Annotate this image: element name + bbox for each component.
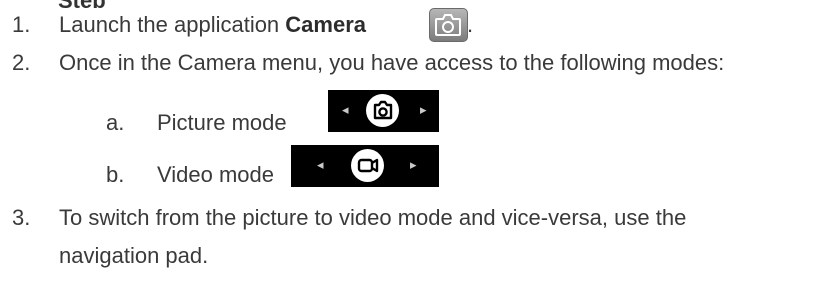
camera-app-icon	[429, 8, 468, 42]
picture-mode-strip: ◂ ▸	[328, 90, 439, 132]
camera-app-name: Camera	[285, 12, 367, 37]
step-text-line-2: navigation pad.	[59, 243, 209, 268]
cut-off-heading: Step	[58, 0, 148, 8]
step-number: 2.	[12, 50, 31, 75]
mode-label: Video mode	[157, 162, 275, 187]
step-text-line-1: To switch from the picture to video mode…	[59, 205, 687, 230]
step-text: Once in the Camera menu, you have access…	[59, 50, 725, 75]
mode-letter: b.	[106, 162, 125, 187]
mode-letter: a.	[106, 110, 125, 135]
right-arrow-icon: ▸	[410, 157, 417, 172]
video-camera-icon	[351, 149, 384, 182]
mode-label: Picture mode	[157, 110, 287, 135]
step-text: Launch the application Camera	[59, 12, 366, 38]
step-text-before: Launch the application	[59, 12, 286, 37]
step-number: 1.	[12, 12, 31, 37]
step-1-period: .	[467, 12, 474, 37]
left-arrow-icon: ◂	[342, 102, 349, 117]
video-mode-strip: ◂ ▸	[291, 145, 439, 187]
step-number: 3.	[12, 205, 31, 230]
camera-icon	[366, 94, 399, 127]
right-arrow-icon: ▸	[420, 102, 427, 117]
left-arrow-icon: ◂	[317, 157, 324, 172]
cut-heading-text: Step	[58, 0, 106, 8]
